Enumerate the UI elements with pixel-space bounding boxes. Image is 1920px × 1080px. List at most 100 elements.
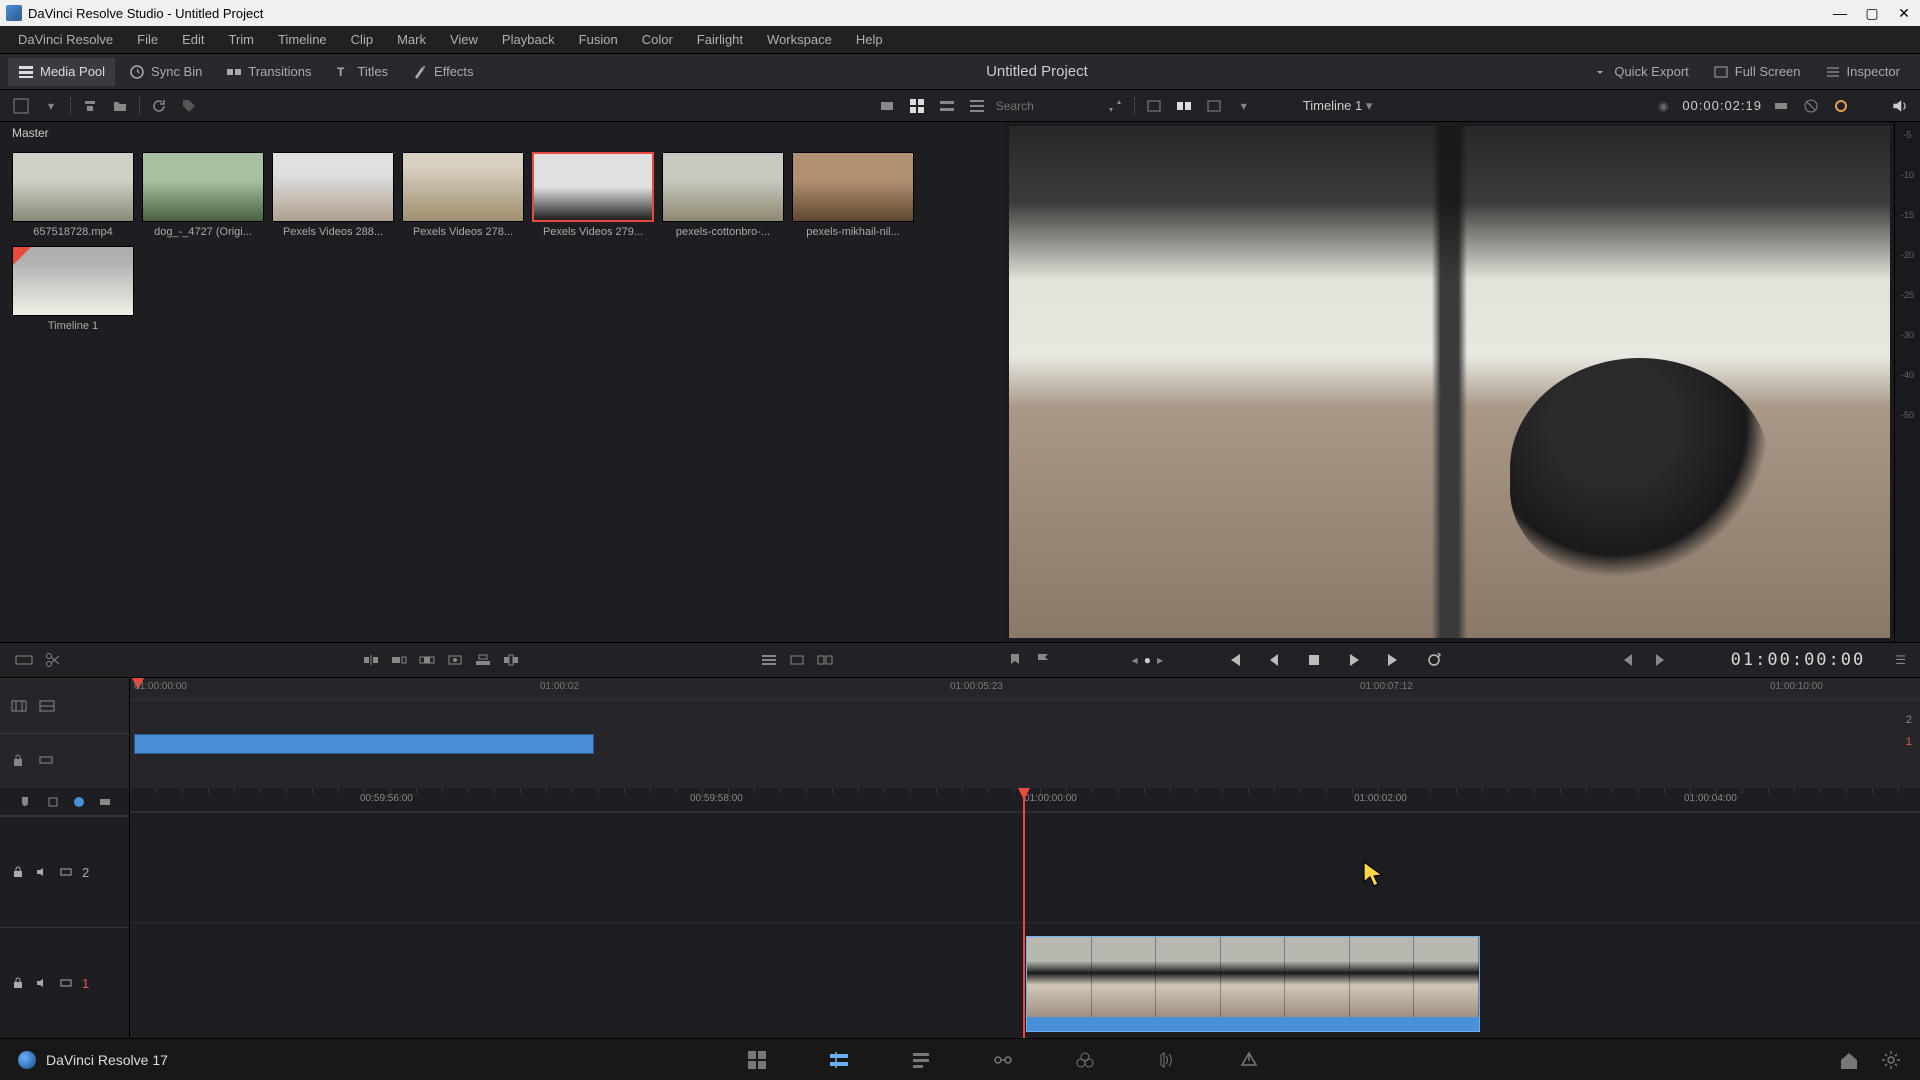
timeline-clip[interactable] <box>134 734 594 754</box>
bin-name[interactable]: Master <box>0 122 1005 144</box>
deliver-page-icon[interactable] <box>1238 1049 1260 1071</box>
dual-viewer-icon[interactable] <box>1173 95 1195 117</box>
next-button[interactable] <box>1383 649 1405 671</box>
track-number[interactable]: 1 <box>82 976 89 991</box>
thumbnail-view-icon[interactable] <box>906 95 928 117</box>
viewer-image[interactable] <box>1009 126 1890 638</box>
list-view-icon[interactable] <box>966 95 988 117</box>
media-item[interactable]: Pexels Videos 278... <box>402 152 524 238</box>
lower-timeline-tracks[interactable]: 00:59:56:0000:59:58:0001:00:00:0001:00:0… <box>130 788 1920 1038</box>
audio-trim-dot[interactable] <box>74 797 84 807</box>
metadata-view-icon[interactable] <box>876 95 898 117</box>
menu-color[interactable]: Color <box>632 28 683 51</box>
jog-control[interactable]: ◂●▸ <box>1132 653 1163 667</box>
fairlight-page-icon[interactable] <box>1156 1049 1178 1071</box>
lock-icon[interactable] <box>10 975 26 991</box>
quick-export-button[interactable]: Quick Export <box>1582 58 1698 86</box>
playhead[interactable] <box>1023 788 1025 1038</box>
maximize-button[interactable]: ▢ <box>1862 3 1882 23</box>
append-icon[interactable] <box>390 651 408 669</box>
timeline-name[interactable]: Timeline 1 ▾ <box>1303 98 1373 114</box>
color-page-icon[interactable] <box>1074 1049 1096 1071</box>
timeline-mode-a-icon[interactable] <box>10 697 28 715</box>
effects-button[interactable]: Effects <box>402 58 484 86</box>
timeline-clip[interactable] <box>1026 936 1480 1032</box>
first-frame-button[interactable] <box>1223 649 1245 671</box>
chevron-down-icon[interactable]: ▾ <box>40 95 62 117</box>
media-item[interactable]: dog_-_4727 (Origi... <box>142 152 264 238</box>
fusion-page-icon[interactable] <box>992 1049 1014 1071</box>
timecode-menu-icon[interactable]: ☰ <box>1895 653 1906 667</box>
video-only-icon[interactable] <box>98 795 112 809</box>
next-edit-button[interactable] <box>1649 649 1671 671</box>
menu-view[interactable]: View <box>440 28 488 51</box>
upper-timeline-tracks[interactable]: 01:00:00:0001:00:0201:00:05:2301:00:07:1… <box>130 678 1920 788</box>
loop-color-icon[interactable] <box>1830 95 1852 117</box>
menu-file[interactable]: File <box>127 28 168 51</box>
mute-icon[interactable] <box>34 975 50 991</box>
menu-fairlight[interactable]: Fairlight <box>687 28 753 51</box>
media-item[interactable]: Timeline 1 <box>12 246 134 332</box>
titles-button[interactable]: TTitles <box>325 58 398 86</box>
sync-bin-button[interactable]: Sync Bin <box>119 58 212 86</box>
home-icon[interactable] <box>1838 1049 1860 1071</box>
full-screen-button[interactable]: Full Screen <box>1703 58 1811 86</box>
boring-detector-icon[interactable] <box>14 650 34 670</box>
track-number[interactable]: 2 <box>82 865 89 880</box>
split-clip-icon[interactable] <box>44 651 62 669</box>
close-button[interactable]: ✕ <box>1894 3 1914 23</box>
place-on-top-icon[interactable] <box>474 651 492 669</box>
track-enable-icon[interactable] <box>58 864 74 880</box>
folder-icon[interactable] <box>109 95 131 117</box>
import-icon[interactable] <box>79 95 101 117</box>
menu-davinci-resolve[interactable]: DaVinci Resolve <box>8 28 123 51</box>
bin-view-icon[interactable] <box>10 95 32 117</box>
cut-page-icon[interactable] <box>828 1049 850 1071</box>
mute-icon[interactable] <box>34 864 50 880</box>
sort-icon[interactable] <box>1104 95 1126 117</box>
snap-icon[interactable] <box>18 795 32 809</box>
lock-track-icon[interactable] <box>10 752 28 770</box>
track-enable-icon[interactable] <box>58 975 74 991</box>
marker-tool-icon[interactable] <box>46 795 60 809</box>
flags-icon[interactable] <box>1034 651 1052 669</box>
bypass-icon[interactable] <box>1800 95 1822 117</box>
dissolve-icon[interactable] <box>788 651 806 669</box>
menu-workspace[interactable]: Workspace <box>757 28 842 51</box>
play-button[interactable] <box>1343 649 1365 671</box>
viewer-tool-icon[interactable] <box>1770 95 1792 117</box>
menu-help[interactable]: Help <box>846 28 893 51</box>
timeline-mode-b-icon[interactable] <box>38 697 56 715</box>
marker-icon[interactable] <box>1006 651 1024 669</box>
prev-edit-button[interactable] <box>1617 649 1639 671</box>
menu-trim[interactable]: Trim <box>219 28 265 51</box>
loop-button[interactable] <box>1423 649 1445 671</box>
minimize-button[interactable]: — <box>1830 3 1850 23</box>
ripple-overwrite-icon[interactable] <box>418 651 436 669</box>
sync-track-icon[interactable] <box>38 752 56 770</box>
menu-edit[interactable]: Edit <box>172 28 214 51</box>
single-viewer-icon[interactable] <box>1143 95 1165 117</box>
source-overwrite-icon[interactable] <box>502 651 520 669</box>
media-item[interactable]: pexels-mikhail-nil... <box>792 152 914 238</box>
cut-icon[interactable] <box>816 651 834 669</box>
speaker-icon[interactable] <box>1888 95 1910 117</box>
viewer-menu-icon[interactable] <box>1203 95 1225 117</box>
media-item[interactable]: pexels-cottonbro-... <box>662 152 784 238</box>
search-input[interactable] <box>996 99 1096 113</box>
stop-button[interactable] <box>1303 649 1325 671</box>
menu-mark[interactable]: Mark <box>387 28 436 51</box>
menu-clip[interactable]: Clip <box>341 28 383 51</box>
gear-icon[interactable] <box>1880 1049 1902 1071</box>
media-pool-button[interactable]: Media Pool <box>8 58 115 86</box>
main-timecode[interactable]: 01:00:00:00 <box>1731 650 1866 670</box>
close-up-icon[interactable] <box>446 651 464 669</box>
inspector-button[interactable]: Inspector <box>1815 58 1910 86</box>
media-item[interactable]: Pexels Videos 279... <box>532 152 654 238</box>
tag-icon[interactable] <box>178 95 200 117</box>
media-item[interactable]: 657518728.mp4 <box>12 152 134 238</box>
menu-timeline[interactable]: Timeline <box>268 28 337 51</box>
refresh-icon[interactable] <box>148 95 170 117</box>
prev-button[interactable] <box>1263 649 1285 671</box>
chevron-down-icon[interactable]: ▾ <box>1233 95 1255 117</box>
